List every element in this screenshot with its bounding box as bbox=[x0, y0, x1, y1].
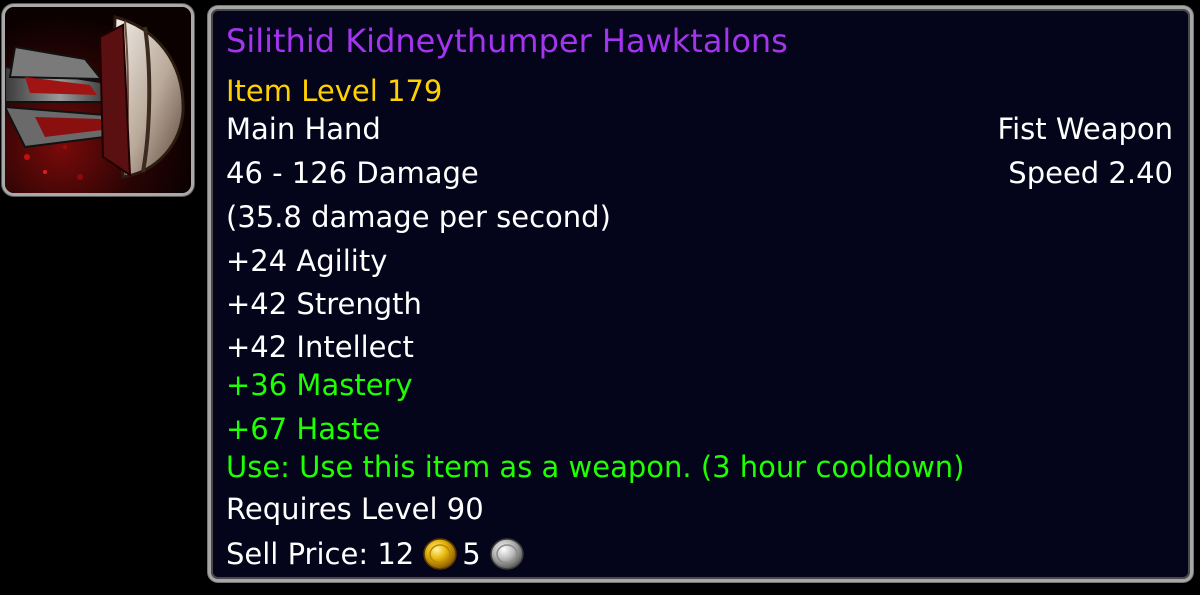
item-name: Silithid Kidneythumper Hawktalons bbox=[226, 22, 788, 60]
required-level: Requires Level 90 bbox=[226, 492, 484, 526]
item-dps: (35.8 damage per second) bbox=[226, 200, 611, 234]
sell-price: Sell Price: 12 5 bbox=[226, 536, 1173, 572]
stat-haste: +67 Haste bbox=[226, 412, 381, 446]
damage-row: 46 - 126 Damage Speed 2.40 bbox=[226, 155, 1173, 191]
sell-price-label: Sell Price: bbox=[226, 537, 378, 571]
sell-price-gold: 12 bbox=[377, 537, 415, 571]
sell-price-silver: 5 bbox=[462, 537, 481, 571]
item-slot: Main Hand bbox=[226, 112, 381, 146]
item-damage: 46 - 126 Damage bbox=[226, 156, 479, 190]
slot-row: Main Hand Fist Weapon bbox=[226, 111, 1173, 147]
item-tooltip: Silithid Kidneythumper Hawktalons Item L… bbox=[208, 6, 1193, 582]
item-level: Item Level 179 bbox=[226, 74, 443, 108]
stat-intellect: +42 Intellect bbox=[226, 330, 414, 364]
gold-coin-icon bbox=[422, 536, 458, 572]
stat-mastery: +36 Mastery bbox=[226, 368, 413, 402]
item-icon-frame[interactable] bbox=[2, 4, 194, 196]
stat-strength: +42 Strength bbox=[226, 287, 422, 321]
stat-agility: +24 Agility bbox=[226, 244, 388, 278]
silver-coin-icon bbox=[489, 536, 525, 572]
fist-weapon-icon bbox=[5, 7, 191, 193]
use-effect: Use: Use this item as a weapon. (3 hour … bbox=[226, 450, 965, 484]
item-type: Fist Weapon bbox=[997, 112, 1173, 146]
item-speed: Speed 2.40 bbox=[1008, 156, 1173, 190]
